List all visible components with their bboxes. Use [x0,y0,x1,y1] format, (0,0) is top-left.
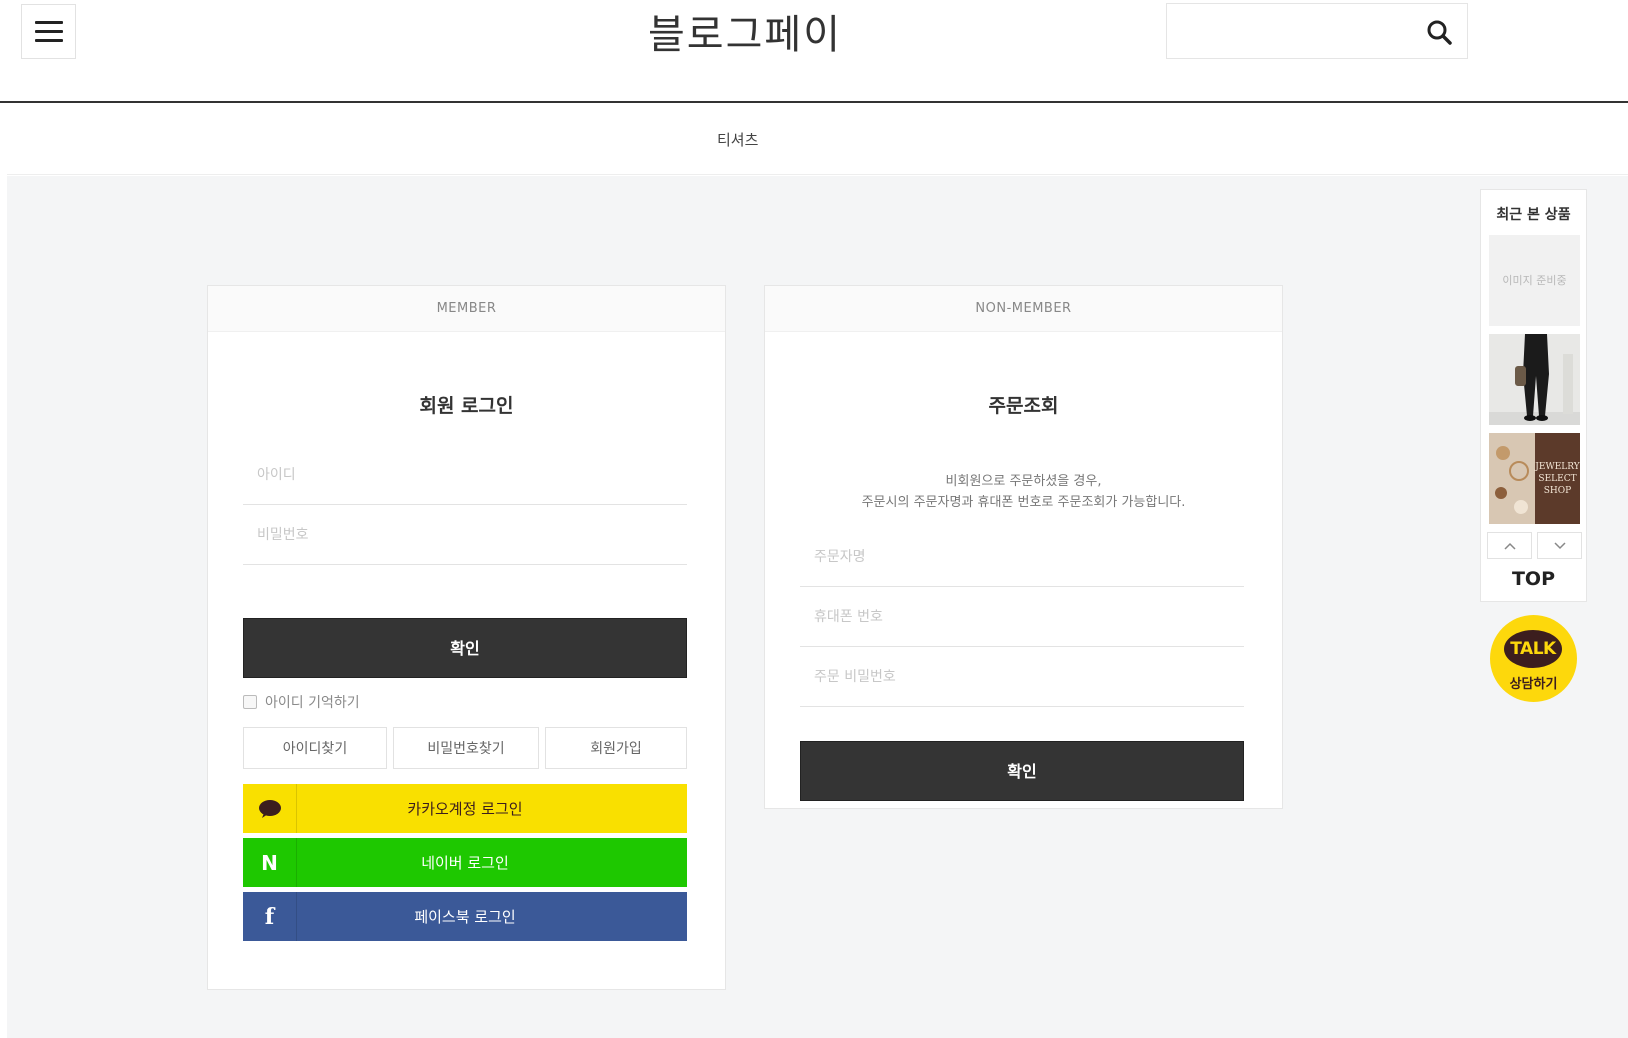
find-password-button[interactable]: 비밀번호찾기 [393,727,539,769]
description-line-1: 비회원으로 주문하셨을 경우, [945,474,1102,489]
order-name-input[interactable] [800,527,1244,586]
main-content: MEMBER 회원 로그인 확인 아이디 기억하기 아이디찾기 비밀번호찾기 회… [7,176,1628,1038]
recent-product-pants[interactable] [1489,334,1580,425]
recent-product-jewelry[interactable]: JEWELRY SELECT SHOP [1489,433,1580,524]
recent-products-title: 최근 본 상품 [1496,207,1571,223]
member-panel: MEMBER 회원 로그인 확인 아이디 기억하기 아이디찾기 비밀번호찾기 회… [207,285,726,990]
signup-button[interactable]: 회원가입 [545,727,687,769]
recent-products-sidebar: 최근 본 상품 이미지 준비중 JEWELRY SELECT SHOP TOP [1480,189,1587,602]
kakao-talk-consult-button[interactable]: TALK 상담하기 [1490,615,1577,702]
talk-consult-label: 상담하기 [1509,677,1558,692]
find-id-button[interactable]: 아이디찾기 [243,727,387,769]
category-bar: 티셔츠 [7,105,1628,175]
remember-label: 아이디 기억하기 [265,695,360,711]
category-item-tshirts[interactable]: 티셔츠 [717,129,758,150]
description-line-2: 주문시의 주문자명과 휴대폰 번호로 주문조회가 가능합니다. [861,495,1186,510]
scroll-top-button[interactable]: TOP [1481,568,1586,590]
order-password-input[interactable] [800,647,1244,706]
kakao-icon [243,784,297,833]
id-input[interactable] [243,445,687,504]
naver-login-button[interactable]: N 네이버 로그인 [243,838,687,887]
member-confirm-button[interactable]: 확인 [243,618,687,678]
facebook-login-label: 페이스북 로그인 [414,908,516,926]
password-field [243,505,687,565]
pants-image [1489,334,1580,425]
remember-id[interactable]: 아이디 기억하기 [243,692,360,712]
nonmember-confirm-button[interactable]: 확인 [800,741,1244,801]
phone-field [800,587,1244,647]
facebook-icon: f [243,892,297,941]
kakao-login-button[interactable]: 카카오계정 로그인 [243,784,687,833]
phone-input[interactable] [800,587,1244,646]
talk-bubble-icon: TALK [1504,630,1562,668]
menu-icon[interactable] [21,4,76,59]
kakao-login-label: 카카오계정 로그인 [407,800,523,818]
naver-login-label: 네이버 로그인 [421,854,509,872]
naver-icon: N [243,838,297,887]
jewelry-shop-text: JEWELRY SELECT SHOP [1535,462,1580,496]
nonmember-panel: NON-MEMBER 주문조회 비회원으로 주문하셨을 경우, 주문시의 주문자… [764,285,1283,809]
member-panel-header: MEMBER [208,286,725,332]
password-input[interactable] [243,505,687,564]
search-box [1166,3,1468,59]
chevron-down-icon[interactable] [1537,532,1582,559]
facebook-login-button[interactable]: f 페이스북 로그인 [243,892,687,941]
remember-checkbox[interactable] [243,695,257,709]
nonmember-panel-header: NON-MEMBER [765,286,1282,332]
site-logo[interactable]: 블로그페이 [600,2,890,60]
order-lookup-title: 주문조회 [988,395,1059,417]
account-links: 아이디찾기 비밀번호찾기 회원가입 [243,727,687,769]
recent-product-placeholder[interactable]: 이미지 준비중 [1489,235,1580,326]
search-icon[interactable] [1425,18,1453,46]
order-password-field [800,647,1244,707]
order-lookup-description: 비회원으로 주문하셨을 경우, 주문시의 주문자명과 휴대폰 번호로 주문조회가… [765,471,1282,513]
member-login-title: 회원 로그인 [419,395,514,417]
header: 블로그페이 [0,0,1628,103]
id-field [243,445,687,505]
search-input[interactable] [1167,4,1417,58]
recent-products-pager [1487,532,1582,559]
chevron-up-icon[interactable] [1487,532,1532,559]
order-name-field [800,527,1244,587]
